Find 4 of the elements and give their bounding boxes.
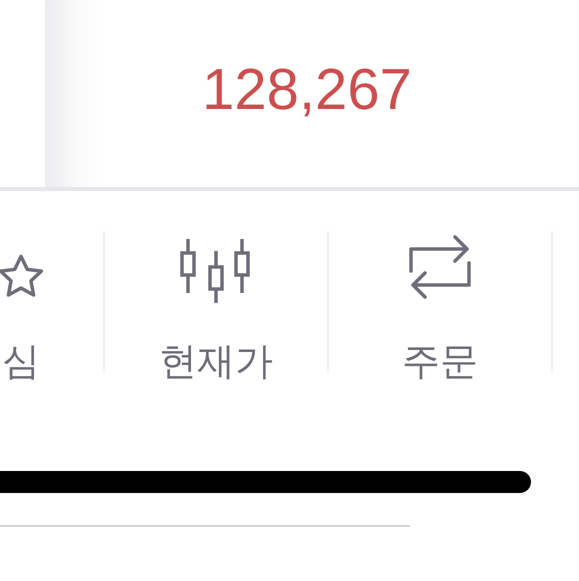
tab-item[interactable]: 심	[0, 231, 51, 381]
tab-item[interactable]: 주문	[398, 231, 482, 381]
tab-item[interactable]: 현재가	[155, 231, 277, 381]
price-text: 128,267	[202, 60, 412, 118]
